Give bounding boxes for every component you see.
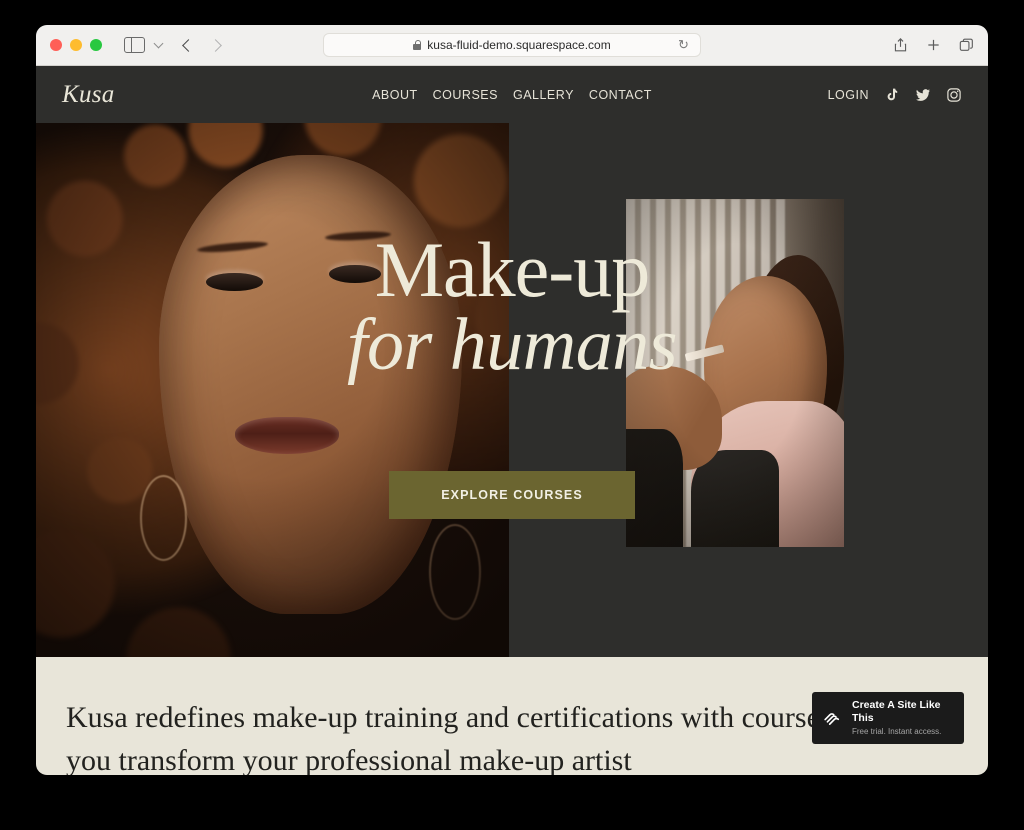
toolbar-right-actions [893, 37, 974, 53]
hero-section: Make-up for humans EXPLORE COURSES [36, 123, 988, 657]
maximize-window-button[interactable] [90, 39, 102, 51]
login-link[interactable]: LOGIN [828, 88, 869, 102]
hero-portrait-image [36, 123, 509, 657]
chevron-down-icon[interactable] [153, 38, 164, 48]
forward-arrow-icon[interactable] [209, 38, 222, 52]
sidebar-toggle-icon[interactable] [124, 36, 145, 54]
squarespace-logo-icon [822, 708, 843, 729]
address-bar[interactable]: kusa-fluid-demo.squarespace.com ↻ [323, 33, 701, 57]
site-logo[interactable]: Kusa [62, 81, 115, 109]
browser-window: kusa-fluid-demo.squarespace.com ↻ Kusa A… [36, 25, 988, 775]
share-icon[interactable] [893, 37, 908, 53]
window-controls [50, 39, 102, 51]
nav-item-gallery[interactable]: GALLERY [513, 88, 574, 102]
badge-title: Create A Site Like This [852, 698, 941, 725]
sidebar-controls [124, 36, 164, 54]
browser-toolbar: kusa-fluid-demo.squarespace.com ↻ [36, 25, 988, 66]
close-window-button[interactable] [50, 39, 62, 51]
site-header: Kusa ABOUT COURSES GALLERY CONTACT LOGIN [36, 66, 988, 123]
badge-text-group: Create A Site Like This Free trial. Inst… [852, 699, 954, 738]
nav-item-about[interactable]: ABOUT [372, 88, 418, 102]
twitter-icon[interactable] [915, 87, 931, 103]
lock-icon [413, 40, 422, 50]
navigation-arrows [182, 38, 222, 52]
plus-icon[interactable] [926, 37, 941, 53]
website-viewport: Kusa ABOUT COURSES GALLERY CONTACT LOGIN [36, 66, 988, 775]
tiktok-icon[interactable] [884, 87, 900, 103]
tab-overview-icon[interactable] [959, 37, 974, 53]
minimize-window-button[interactable] [70, 39, 82, 51]
url-text: kusa-fluid-demo.squarespace.com [427, 38, 611, 52]
hero-cta-wrapper: EXPLORE COURSES [36, 471, 988, 519]
explore-courses-button[interactable]: EXPLORE COURSES [389, 471, 635, 519]
nav-item-courses[interactable]: COURSES [433, 88, 498, 102]
back-arrow-icon[interactable] [182, 38, 195, 52]
nav-item-contact[interactable]: CONTACT [589, 88, 652, 102]
instagram-icon[interactable] [946, 87, 962, 103]
badge-subtitle: Free trial. Instant access. [852, 726, 942, 736]
header-actions: LOGIN [828, 87, 962, 103]
reload-icon[interactable]: ↻ [678, 38, 690, 51]
squarespace-promo-badge[interactable]: Create A Site Like This Free trial. Inst… [812, 692, 964, 744]
main-navigation: ABOUT COURSES GALLERY CONTACT [372, 88, 652, 102]
